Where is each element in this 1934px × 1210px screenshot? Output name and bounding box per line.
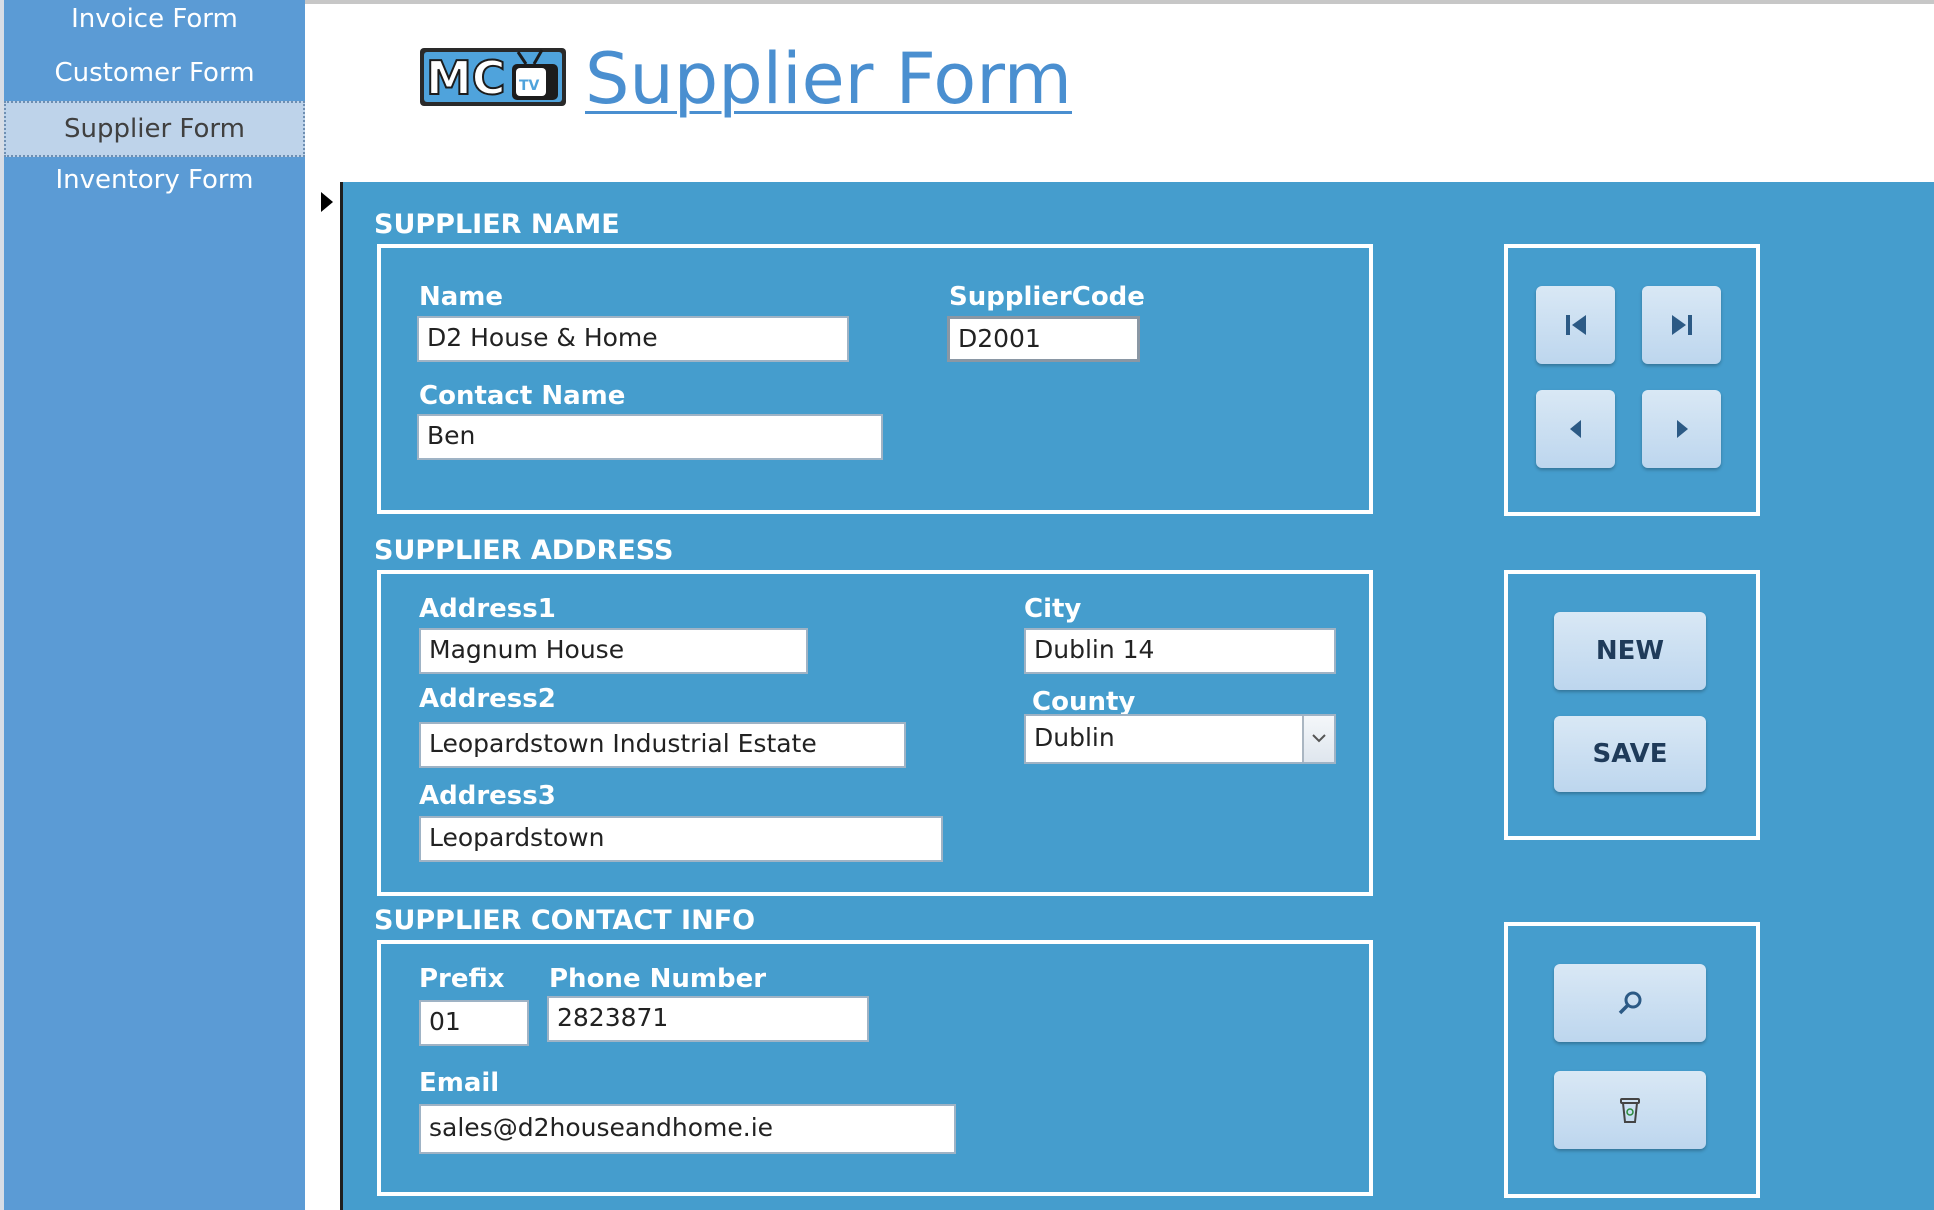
supplier-name-heading: SUPPLIER NAME <box>374 209 620 240</box>
record-selector[interactable] <box>305 182 343 1210</box>
phone-number-label: Phone Number <box>549 964 767 994</box>
save-button[interactable]: SAVE <box>1554 716 1706 792</box>
window-top-border <box>305 0 1934 4</box>
delete-button[interactable] <box>1554 1071 1706 1149</box>
city-field[interactable]: Dublin 14 <box>1024 628 1336 674</box>
supplier-contact-heading: SUPPLIER CONTACT INFO <box>374 905 756 936</box>
address1-label: Address1 <box>419 594 556 624</box>
supplier-code-label: SupplierCode <box>949 282 1145 312</box>
contact-name-field[interactable]: Ben <box>417 414 883 460</box>
email-field[interactable]: sales@d2houseandhome.ie <box>419 1104 956 1154</box>
supplier-address-heading: SUPPLIER ADDRESS <box>374 535 674 566</box>
record-actions-box: NEW SAVE <box>1504 570 1760 840</box>
next-record-button[interactable] <box>1642 390 1721 468</box>
first-record-button[interactable] <box>1536 286 1615 364</box>
prefix-field[interactable]: 01 <box>419 1000 529 1046</box>
county-label: County <box>1032 687 1136 717</box>
name-field[interactable]: D2 House & Home <box>417 316 849 362</box>
county-select-value: Dublin <box>1034 723 1115 752</box>
new-button[interactable]: NEW <box>1554 612 1706 690</box>
last-record-button[interactable] <box>1642 286 1721 364</box>
nav-item-supplier-form[interactable]: Supplier Form <box>4 101 305 157</box>
svg-text:TV: TV <box>519 78 540 94</box>
address3-label: Address3 <box>419 781 556 811</box>
county-dropdown-button[interactable] <box>1302 716 1334 762</box>
delete-icon <box>1620 1098 1640 1123</box>
phone-number-field[interactable]: 2823871 <box>547 996 869 1042</box>
last-record-icon <box>1671 315 1692 335</box>
address2-label: Address2 <box>419 684 556 714</box>
nav-item-customer-form[interactable]: Customer Form <box>4 58 305 88</box>
nav-item-inventory-form[interactable]: Inventory Form <box>4 165 305 195</box>
nav-item-invoice-form[interactable]: Invoice Form <box>4 4 305 34</box>
email-label: Email <box>419 1068 500 1098</box>
search-icon <box>1618 991 1642 1015</box>
previous-record-button[interactable] <box>1536 390 1615 468</box>
page-title: Supplier Form <box>585 38 1072 120</box>
supplier-name-box: Name D2 House & Home SupplierCode D2001 … <box>377 244 1373 514</box>
contact-name-label: Contact Name <box>419 381 626 411</box>
navigation-pane: Invoice Form Customer Form Supplier Form… <box>0 0 305 1210</box>
next-record-icon <box>1676 420 1688 438</box>
previous-record-icon <box>1569 420 1581 438</box>
search-button[interactable] <box>1554 964 1706 1042</box>
address3-field[interactable]: Leopardstown <box>419 816 943 862</box>
chevron-down-icon <box>1312 734 1326 743</box>
first-record-icon <box>1565 315 1586 335</box>
county-select[interactable]: Dublin <box>1024 714 1336 764</box>
svg-text:MC: MC <box>426 51 506 105</box>
form-detail: SUPPLIER NAME Name D2 House & Home Suppl… <box>343 182 1934 1210</box>
record-navigation-box <box>1504 244 1760 516</box>
search-delete-box <box>1504 922 1760 1198</box>
mc-tv-logo: MC TV <box>418 46 568 112</box>
supplier-contact-box: Prefix 01 Phone Number 2823871 Email sal… <box>377 940 1373 1196</box>
city-label: City <box>1024 594 1082 624</box>
name-label: Name <box>419 282 504 312</box>
supplier-address-box: Address1 Magnum House Address2 Leopardst… <box>377 570 1373 896</box>
current-record-arrow-icon <box>321 192 333 212</box>
address2-field[interactable]: Leopardstown Industrial Estate <box>419 722 906 768</box>
address1-field[interactable]: Magnum House <box>419 628 808 674</box>
prefix-label: Prefix <box>419 964 505 994</box>
supplier-code-field[interactable]: D2001 <box>947 316 1140 362</box>
